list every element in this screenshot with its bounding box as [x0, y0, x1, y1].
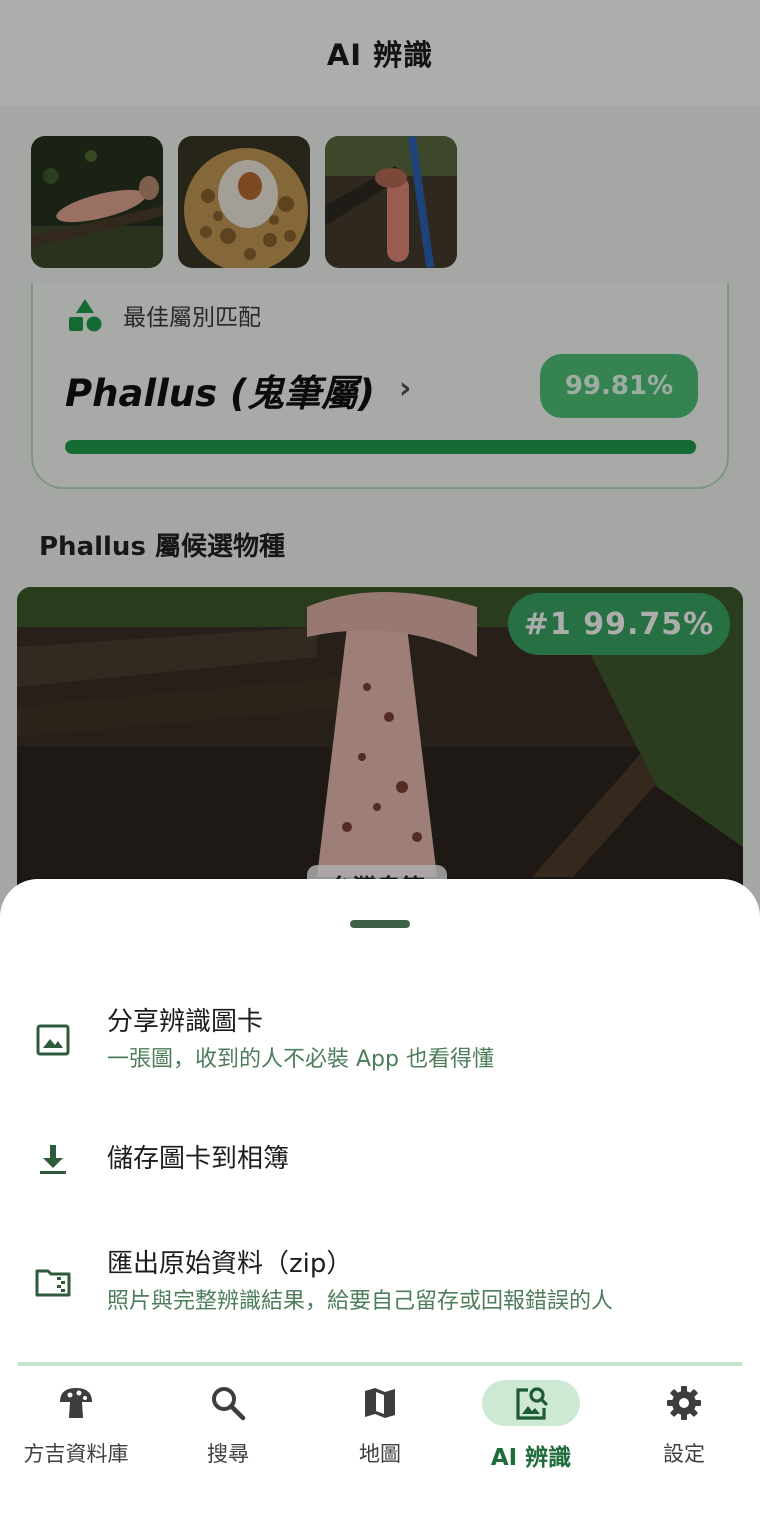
map-icon: [365, 1388, 395, 1418]
save-card-option[interactable]: 儲存圖卡到相簿: [0, 1129, 760, 1189]
nav-label-settings: 設定: [663, 1442, 705, 1466]
nav-label-map: 地圖: [359, 1442, 401, 1466]
nav-item-settings[interactable]: 設定: [614, 1374, 754, 1474]
download-icon: [33, 1139, 73, 1179]
gear-icon: [667, 1386, 701, 1420]
share-card-subtitle: 一張圖，收到的人不必裝 App 也看得懂: [107, 1047, 494, 1072]
nav-item-ai-identify[interactable]: AI 辨識: [461, 1374, 601, 1474]
image-icon: [33, 1020, 73, 1060]
nav-label-database: 方吉資料庫: [23, 1442, 129, 1466]
share-card-title: 分享辨識圖卡: [107, 1007, 264, 1037]
bottom-navigation: 方吉資料庫 搜尋 地圖 AI 辨識 設定: [18, 1362, 742, 1535]
mushroom-icon: [60, 1388, 92, 1418]
save-card-title: 儲存圖卡到相簿: [107, 1144, 290, 1174]
export-zip-option[interactable]: 匯出原始資料（zip） 照片與完整辨識結果，給要自己留存或回報錯誤的人: [0, 1237, 760, 1327]
share-bottom-sheet: 分享辨識圖卡 一張圖，收到的人不必裝 App 也看得懂 儲存圖卡到相簿 匯出原始…: [0, 879, 760, 1535]
nav-item-database[interactable]: 方吉資料庫: [6, 1374, 146, 1474]
export-zip-subtitle: 照片與完整辨識結果，給要自己留存或回報錯誤的人: [107, 1289, 614, 1314]
search-icon: [212, 1387, 246, 1421]
nav-item-search[interactable]: 搜尋: [158, 1374, 298, 1474]
share-card-option[interactable]: 分享辨識圖卡 一張圖，收到的人不必裝 App 也看得懂: [0, 995, 760, 1085]
image-search-icon: [516, 1387, 548, 1420]
sheet-drag-handle[interactable]: [350, 920, 410, 928]
nav-label-search: 搜尋: [207, 1442, 249, 1466]
folder-zip-icon: [33, 1262, 73, 1302]
export-zip-title: 匯出原始資料（zip）: [107, 1249, 353, 1279]
nav-label-ai-identify: AI 辨識: [490, 1445, 572, 1471]
nav-item-map[interactable]: 地圖: [310, 1374, 450, 1474]
